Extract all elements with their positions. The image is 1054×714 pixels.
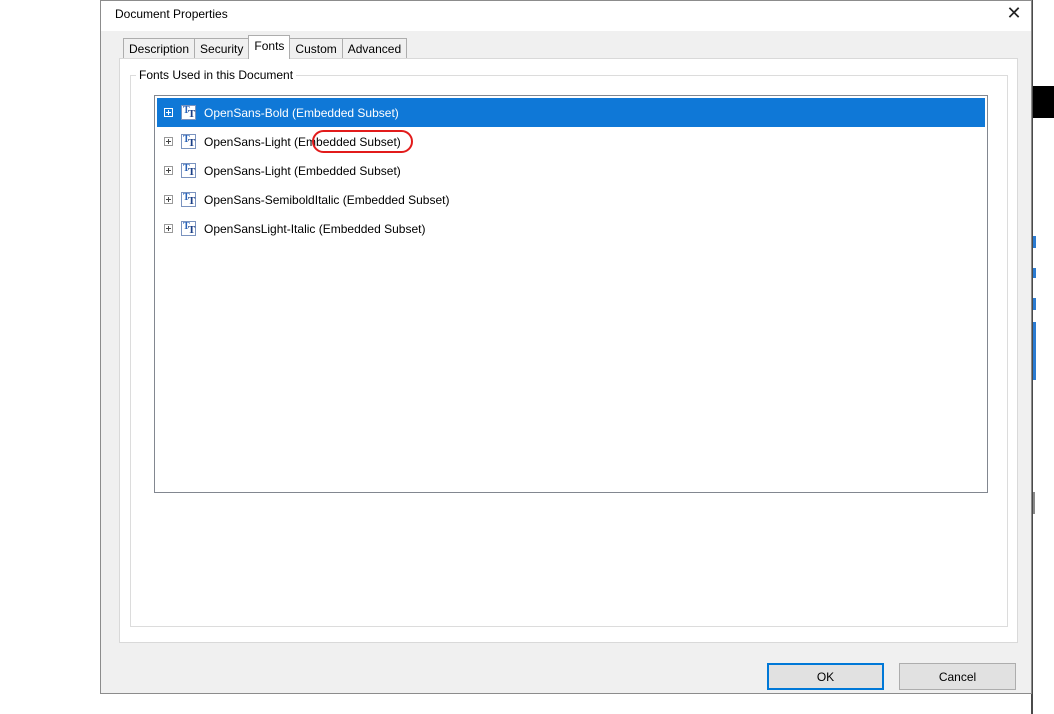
tab-fonts[interactable]: Fonts <box>248 35 291 59</box>
dialog-title: Document Properties <box>115 7 228 21</box>
background-text-fragment <box>100 696 370 714</box>
font-name: OpenSans-Light (Embedded Subset) <box>204 163 401 178</box>
truetype-font-icon: TT <box>181 192 196 207</box>
font-tree-item[interactable]: TT OpenSans-Bold (Embedded Subset) <box>157 98 985 127</box>
background-mark <box>1033 268 1036 278</box>
expand-icon[interactable] <box>164 224 173 233</box>
tab-label: Advanced <box>347 42 402 56</box>
ok-button[interactable]: OK <box>767 663 884 690</box>
font-tree-item[interactable]: TT OpenSans-SemiboldItalic (Embedded Sub… <box>157 185 985 214</box>
truetype-font-icon: TT <box>181 221 196 236</box>
expand-icon[interactable] <box>164 137 173 146</box>
fonts-group-legend: Fonts Used in this Document <box>136 68 297 82</box>
fonts-tree[interactable]: TT OpenSans-Bold (Embedded Subset) TT Op… <box>154 95 988 493</box>
background-mark <box>1033 322 1036 380</box>
red-annotation-oval <box>312 130 413 153</box>
tab-label: Security <box>200 42 244 56</box>
truetype-font-icon: TT <box>181 105 196 120</box>
expand-icon[interactable] <box>164 108 173 117</box>
ok-button-label: OK <box>816 669 835 684</box>
font-name: OpenSansLight-Italic (Embedded Subset) <box>204 221 426 236</box>
background-mark <box>1033 236 1036 248</box>
expand-icon[interactable] <box>164 166 173 175</box>
title-bar: Document Properties ✕ <box>101 1 1031 31</box>
tab-label: Fonts <box>254 39 285 53</box>
tab-custom[interactable]: Custom <box>289 38 343 59</box>
tab-label: Custom <box>295 42 337 56</box>
tab-security[interactable]: Security <box>194 38 250 59</box>
background-mark <box>1033 492 1035 514</box>
font-name: OpenSans-Bold (Embedded Subset) <box>204 105 399 120</box>
background-dark-block <box>1033 86 1054 118</box>
tab-advanced[interactable]: Advanced <box>341 38 408 59</box>
expand-icon[interactable] <box>164 195 173 204</box>
font-tree-item[interactable]: TT OpenSansLight-Italic (Embedded Subset… <box>157 214 985 243</box>
background-mark <box>1033 298 1036 310</box>
close-button[interactable]: ✕ <box>997 1 1031 27</box>
tab-strip: Description Security Fonts Custom Advanc… <box>123 35 408 59</box>
fonts-tab-panel: Fonts Used in this Document TT OpenSans-… <box>119 58 1018 643</box>
cancel-button-label: Cancel <box>938 669 977 684</box>
tab-label: Description <box>129 42 190 56</box>
truetype-font-icon: TT <box>181 163 196 178</box>
document-properties-dialog: Document Properties ✕ Description Securi… <box>100 0 1032 694</box>
truetype-font-icon: TT <box>181 134 196 149</box>
cancel-button[interactable]: Cancel <box>899 663 1016 690</box>
close-icon: ✕ <box>1006 3 1022 23</box>
font-tree-item[interactable]: TT OpenSans-Light (Embedded Subset) <box>157 156 985 185</box>
font-tree-item[interactable]: TT OpenSans-Light (Embedded Subset) <box>157 127 985 156</box>
tab-description[interactable]: Description <box>123 38 196 59</box>
font-name: OpenSans-SemiboldItalic (Embedded Subset… <box>204 192 450 207</box>
